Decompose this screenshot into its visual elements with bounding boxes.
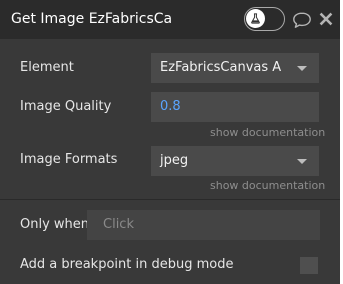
panel-header: Get Image EzFabricsCanvas A	[0, 0, 340, 39]
element-dropdown-value: EzFabricsCanvas A	[160, 60, 282, 75]
action-properties-panel: Get Image EzFabricsCanvas A Element EzFa…	[0, 0, 340, 284]
image-quality-label: Image Quality	[20, 99, 112, 114]
test-mode-toggle[interactable]	[244, 7, 285, 31]
image-formats-dropdown-value: jpeg	[160, 153, 189, 168]
image-quality-value: 0.8	[160, 99, 181, 114]
section-divider	[0, 199, 340, 200]
close-icon[interactable]	[319, 12, 333, 26]
show-documentation-link[interactable]: show documentation	[210, 126, 325, 139]
image-formats-dropdown[interactable]: jpeg	[151, 146, 319, 176]
debug-breakpoint-label: Add a breakpoint in debug mode	[20, 257, 234, 272]
image-formats-label: Image Formats	[20, 152, 118, 167]
only-when-label: Only when	[20, 217, 90, 232]
chevron-down-icon	[297, 159, 307, 164]
element-label: Element	[20, 60, 74, 75]
comment-icon[interactable]	[292, 11, 312, 29]
debug-breakpoint-checkbox[interactable]	[300, 257, 318, 274]
flask-icon	[251, 13, 260, 24]
only-when-condition-input[interactable]: Click	[87, 210, 320, 240]
panel-title: Get Image EzFabricsCanvas A	[11, 11, 171, 27]
toggle-knob	[246, 9, 265, 28]
show-documentation-link[interactable]: show documentation	[210, 179, 325, 192]
element-dropdown[interactable]: EzFabricsCanvas A	[151, 53, 319, 83]
image-quality-input[interactable]: 0.8	[151, 92, 319, 122]
chevron-down-icon	[297, 66, 307, 71]
